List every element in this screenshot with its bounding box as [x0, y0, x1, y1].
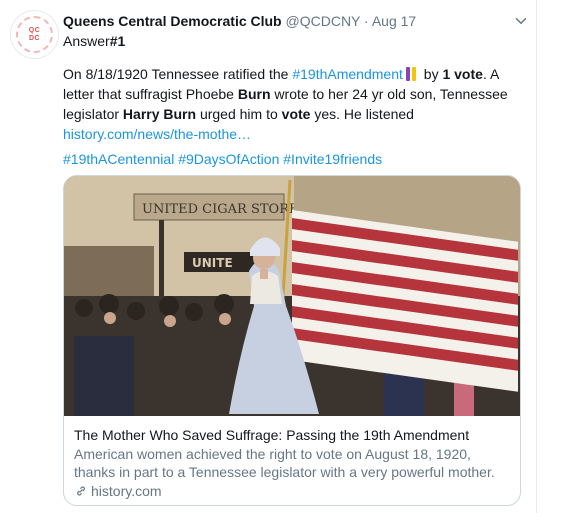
card-description: American women achieved the right to vot…	[74, 445, 495, 481]
suffrage-ribbon-emoji	[405, 67, 418, 81]
chevron-down-icon[interactable]	[512, 12, 530, 30]
tweet-header: Queens Central Democratic Club @QCDCNY ·…	[63, 11, 526, 31]
text-bold: Harry Burn	[122, 106, 197, 122]
card-domain-text: history.com	[91, 482, 162, 499]
reply-number: #1	[109, 33, 126, 49]
author-name[interactable]: Queens Central Democratic Club	[63, 13, 282, 29]
avatar[interactable]: QC DC	[10, 10, 59, 59]
link-icon	[77, 486, 85, 496]
tweet[interactable]: QC DC Queens Central Democratic Club @QC…	[0, 0, 536, 513]
svg-text:UNITE: UNITE	[192, 256, 233, 270]
hashtag-invite19friends[interactable]: #Invite19friends	[283, 151, 382, 167]
author-handle[interactable]: @QCDCNY	[286, 13, 361, 29]
reply-context: Answer#1	[63, 31, 125, 51]
hashtag-line: #19thACentennial #9DaysOfAction #Invite1…	[63, 149, 382, 169]
card-domain: history.com	[74, 482, 510, 501]
card-image[interactable]: UNITED CIGAR STORES UNITE	[64, 176, 520, 416]
reply-prefix: Answer	[63, 33, 110, 49]
text-bold: Burn	[237, 86, 271, 102]
text-bold: vote	[281, 106, 311, 122]
separator-dot: ·	[364, 13, 369, 29]
text-segment: by	[419, 66, 443, 82]
store-sign-text: UNITED CIGAR STORES	[142, 202, 307, 217]
hashtag-19thacentennial[interactable]: #19thACentennial	[63, 151, 174, 167]
article-link[interactable]: history.com/news/the-mothe…	[63, 126, 251, 142]
suffrage-parade-photo: UNITED CIGAR STORES UNITE	[64, 176, 520, 416]
text-segment: On 8/18/1920 Tennessee ratified the	[63, 66, 293, 82]
hashtag-19thamendment[interactable]: #19thAmendment	[292, 66, 403, 82]
hashtag-9daysofaction[interactable]: #9DaysOfAction	[178, 151, 279, 167]
text-segment: urged him to	[196, 106, 282, 122]
tweet-text: On 8/18/1920 Tennessee ratified the #19t…	[63, 64, 525, 144]
avatar-logo: QC DC	[16, 16, 53, 53]
avatar-text-bottom: DC	[28, 34, 41, 42]
text-bold: 1 vote	[442, 66, 483, 82]
text-segment: yes. He listened	[310, 106, 414, 122]
avatar-text-top: QC	[28, 26, 41, 34]
tweet-date[interactable]: Aug 17	[372, 13, 416, 29]
card-title[interactable]: The Mother Who Saved Suffrage: Passing t…	[74, 426, 510, 445]
card-text: The Mother Who Saved Suffrage: Passing t…	[74, 426, 510, 500]
link-card[interactable]: UNITED CIGAR STORES UNITE The Mother Who…	[63, 175, 521, 506]
timeline-divider	[536, 0, 537, 513]
